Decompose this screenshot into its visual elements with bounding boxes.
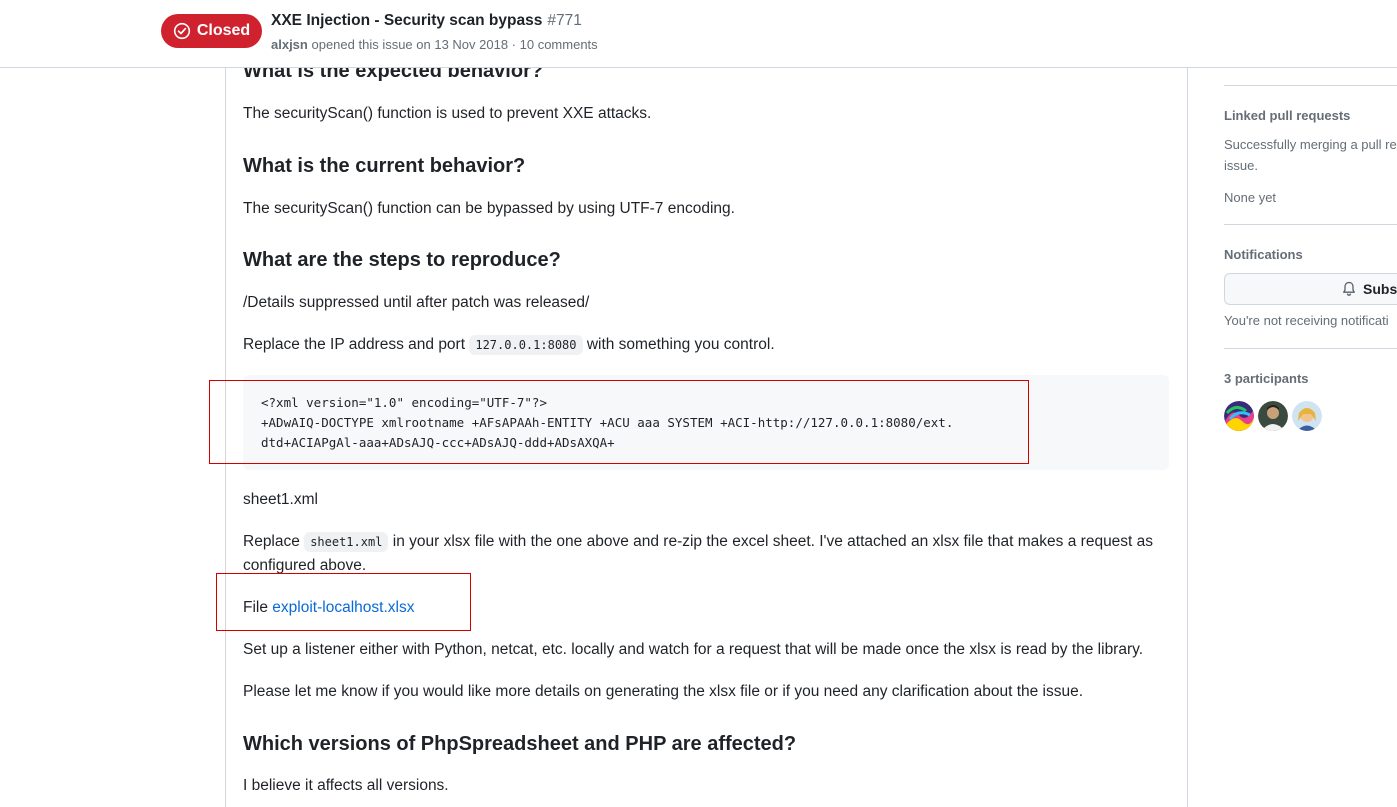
participants-heading: 3 participants [1224, 371, 1309, 386]
linked-prs-none: None yet [1224, 190, 1277, 205]
subscribe-label: Subsc [1363, 281, 1397, 297]
sidebar-divider [1224, 348, 1397, 349]
closed-state-badge: Closed [161, 14, 262, 48]
heading-affected-versions: Which versions of PhpSpreadsheet and PHP… [243, 733, 797, 755]
heading-steps-to-reproduce: What are the steps to reproduce? [243, 249, 561, 271]
issue-title-text: XXE Injection - Security scan bypass [271, 12, 543, 29]
paragraph-replace-ip: Replace the IP address and port 127.0.0.… [243, 333, 1169, 357]
bell-icon [1343, 281, 1355, 296]
closed-circle-icon [173, 22, 190, 40]
state-label: Closed [196, 22, 251, 39]
replace-ip-text-before: Replace the IP address and port [243, 336, 466, 353]
xml-code-block: <?xml version="1.0" encoding="UTF-7"?> +… [243, 375, 1169, 470]
issue-meta: alxjsn opened this issue on 13 Nov 2018 … [271, 37, 598, 52]
notifications-heading: Notifications [1224, 247, 1303, 262]
file-label: File [243, 599, 268, 616]
sidebar-divider [1224, 85, 1397, 86]
paragraph-affected-versions: I believe it affects all versions. [243, 777, 449, 794]
paragraph-listener: Set up a listener either with Python, ne… [243, 641, 1144, 658]
avatar[interactable] [1292, 401, 1322, 431]
sidebar-divider [1224, 224, 1397, 225]
paragraph-replace-sheet: Replace sheet1.xml in your xlsx file wit… [243, 530, 1169, 578]
paragraph-current-behavior: The securityScan() function can be bypas… [243, 200, 735, 217]
avatar[interactable] [1258, 401, 1288, 431]
replace-sheet-text-before: Replace [243, 533, 300, 550]
issue-header: Closed XXE Injection - Security scan byp… [0, 0, 1397, 68]
paragraph-sheet-filename: sheet1.xml [243, 491, 318, 508]
issue-number: #771 [547, 12, 582, 29]
paragraph-file-attachment: File exploit-localhost.xlsx [243, 596, 1169, 620]
paragraph-suppressed: /Details suppressed until after patch wa… [243, 294, 590, 311]
paragraph-expected-behavior: The securityScan() function is used to p… [243, 105, 652, 122]
participant-avatars [1224, 401, 1322, 431]
inline-code-ip-port: 127.0.0.1:8080 [469, 335, 583, 355]
inline-code-sheet: sheet1.xml [304, 532, 389, 552]
issue-meta-text: opened this issue on 13 Nov 2018 · 10 co… [311, 37, 598, 52]
paragraph-more-details: Please let me know if you would like mor… [243, 683, 1084, 700]
notifications-text: You're not receiving notificati [1224, 313, 1389, 328]
linked-prs-heading: Linked pull requests [1224, 108, 1351, 123]
attachment-link[interactable]: exploit-localhost.xlsx [272, 599, 414, 616]
subscribe-button[interactable]: Subsc [1224, 273, 1397, 305]
issue-author-link[interactable]: alxjsn [271, 37, 308, 52]
linked-prs-text: Successfully merging a pull re issue. [1224, 137, 1397, 173]
avatar[interactable] [1224, 401, 1254, 431]
heading-current-behavior: What is the current behavior? [243, 155, 526, 177]
issue-title: XXE Injection - Security scan bypass #771 [271, 12, 582, 30]
replace-ip-text-after: with something you control. [586, 336, 775, 353]
